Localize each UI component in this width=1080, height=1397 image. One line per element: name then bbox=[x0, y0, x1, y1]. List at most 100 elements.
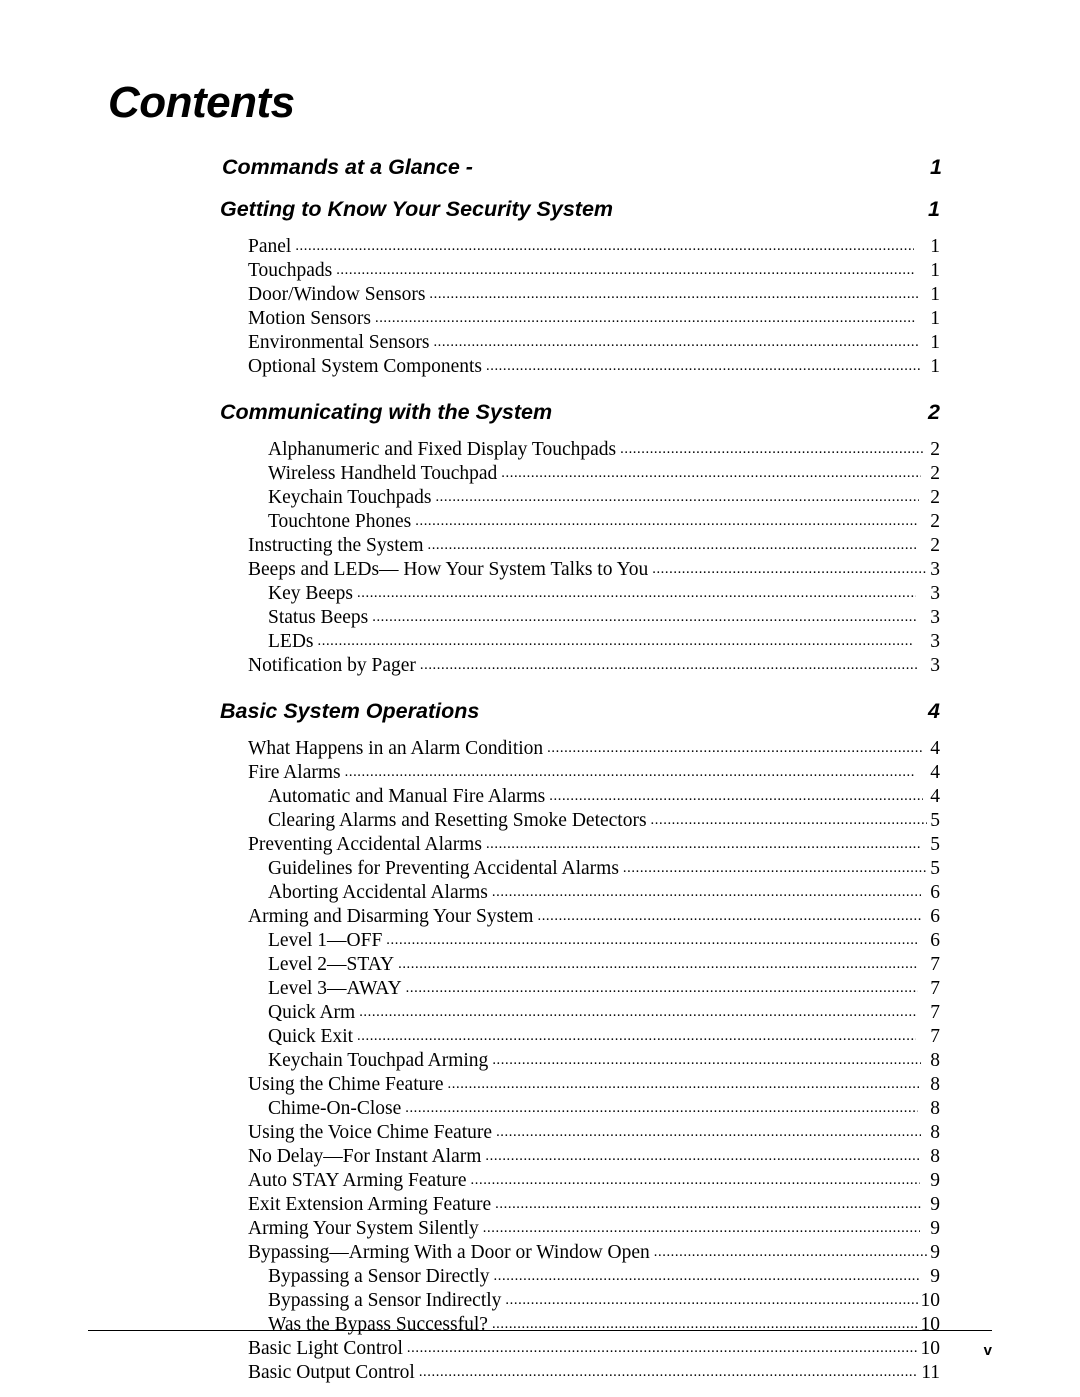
toc-section-entry[interactable]: Level 2—STAY............................… bbox=[268, 954, 940, 976]
toc-entry-label: Communicating with the System bbox=[220, 400, 553, 424]
toc-entry-page: 9 bbox=[930, 1218, 940, 1239]
toc-section-entry[interactable]: Using the Chime Feature.................… bbox=[248, 1074, 940, 1096]
toc-entry-page: 1 bbox=[930, 356, 940, 377]
toc-section-entry[interactable]: Aborting Accidental Alarms..............… bbox=[268, 882, 940, 904]
toc-chapter-entry[interactable]: Getting to Know Your Security System....… bbox=[220, 197, 940, 222]
toc-entry-label: Optional System Components bbox=[248, 356, 482, 377]
toc-dot-leader: ........................................… bbox=[505, 1292, 917, 1308]
toc-section-entry[interactable]: Keychain Touchpad Arming................… bbox=[268, 1050, 940, 1072]
toc-entry-label: Quick Arm bbox=[268, 1002, 356, 1023]
toc-section-entry[interactable]: Clearing Alarms and Resetting Smoke Dete… bbox=[268, 810, 940, 832]
toc-entry-label: Wireless Handheld Touchpad bbox=[268, 463, 498, 484]
toc-entry-label: Getting to Know Your Security System bbox=[220, 197, 614, 221]
toc-dot-leader: ........................................… bbox=[650, 812, 927, 828]
toc-section-entry[interactable]: Basic Output Control....................… bbox=[248, 1362, 940, 1384]
toc-dot-leader: ........................................… bbox=[435, 489, 918, 505]
toc-entry-label: What Happens in an Alarm Condition bbox=[248, 738, 544, 759]
toc-section-entry[interactable]: Touchpads...............................… bbox=[248, 260, 940, 282]
toc-section-entry[interactable]: Level 1—OFF.............................… bbox=[268, 930, 940, 952]
toc-section-entry[interactable]: Instructing the System..................… bbox=[248, 535, 940, 557]
toc-entry-page: 9 bbox=[930, 1266, 940, 1287]
toc-section-entry[interactable]: Motion Sensors..........................… bbox=[248, 308, 940, 330]
toc-dot-leader: ........................................… bbox=[419, 657, 919, 673]
toc-entry-label: Aborting Accidental Alarms bbox=[268, 882, 488, 903]
toc-dot-leader: ........................................… bbox=[374, 310, 916, 326]
page-title: Contents bbox=[108, 78, 295, 127]
toc-dot-leader: ........................................… bbox=[492, 1052, 920, 1068]
toc-section-entry[interactable]: Basic Light Control.....................… bbox=[248, 1338, 940, 1360]
toc-spacer bbox=[220, 724, 940, 736]
toc-dot-leader: ........................................… bbox=[547, 740, 923, 756]
toc-spacer bbox=[220, 425, 940, 437]
page-number: v bbox=[983, 1342, 992, 1359]
toc-section-entry[interactable]: No Delay—For Instant Alarm..............… bbox=[248, 1146, 940, 1168]
toc-section-entry[interactable]: Chime-On-Close..........................… bbox=[268, 1098, 940, 1120]
toc-dot-leader: ........................................… bbox=[427, 537, 918, 553]
toc-section-entry[interactable]: Arming Your System Silently.............… bbox=[248, 1218, 940, 1240]
toc-chapter-entry[interactable]: Basic System Operations.................… bbox=[220, 699, 940, 724]
toc-entry-label: Key Beeps bbox=[268, 583, 354, 604]
toc-section-entry[interactable]: What Happens in an Alarm Condition......… bbox=[248, 738, 940, 760]
toc-dot-leader: ........................................… bbox=[537, 908, 922, 924]
toc-entry-page: 2 bbox=[930, 535, 940, 556]
toc-entry-label: Motion Sensors bbox=[248, 308, 371, 329]
toc-entry-label: Commands at a Glance - bbox=[222, 155, 473, 179]
toc-section-entry[interactable]: Bypassing a Sensor Indirectly...........… bbox=[268, 1290, 940, 1312]
toc-section-entry[interactable]: Fire Alarms.............................… bbox=[248, 762, 940, 784]
toc-entry-label: Fire Alarms bbox=[248, 762, 341, 783]
toc-section-entry[interactable]: Bypassing a Sensor Directly.............… bbox=[268, 1266, 940, 1288]
toc-section-entry[interactable]: Guidelines for Preventing Accidental Ala… bbox=[268, 858, 940, 880]
toc-spacer bbox=[220, 378, 940, 400]
toc-section-entry[interactable]: Exit Extension Arming Feature...........… bbox=[248, 1194, 940, 1216]
toc-dot-leader: ........................................… bbox=[415, 513, 918, 529]
toc-section-entry[interactable]: Touchtone Phones........................… bbox=[268, 511, 940, 533]
toc-entry-label: Touchtone Phones bbox=[268, 511, 412, 532]
toc-section-entry[interactable]: Quick Exit..............................… bbox=[268, 1026, 940, 1048]
toc-section-entry[interactable]: Beeps and LEDs— How Your System Talks to… bbox=[248, 559, 940, 581]
toc-entry-label: Automatic and Manual Fire Alarms bbox=[268, 786, 546, 807]
toc-section-entry[interactable]: Level 3—AWAY............................… bbox=[268, 978, 940, 1000]
toc-section-entry[interactable]: Door/Window Sensors.....................… bbox=[248, 284, 940, 306]
toc-entry-label: Arming Your System Silently bbox=[248, 1218, 479, 1239]
toc-entry-label: Bypassing a Sensor Directly bbox=[268, 1266, 490, 1287]
toc-entry-label: Exit Extension Arming Feature bbox=[248, 1194, 492, 1215]
toc-section-entry[interactable]: Was the Bypass Successful?..............… bbox=[268, 1314, 940, 1336]
toc-entry-page: 3 bbox=[930, 655, 940, 676]
toc-section-entry[interactable]: Environmental Sensors...................… bbox=[248, 332, 940, 354]
toc-section-entry[interactable]: Preventing Accidental Alarms............… bbox=[248, 834, 940, 856]
toc-section-entry[interactable]: Quick Arm...............................… bbox=[268, 1002, 940, 1024]
toc-entry-page: 3 bbox=[930, 559, 940, 580]
toc-dot-leader: ........................................… bbox=[386, 932, 917, 948]
toc-section-entry[interactable]: Using the Voice Chime Feature...........… bbox=[248, 1122, 940, 1144]
toc-section-entry[interactable]: Key Beeps...............................… bbox=[268, 583, 940, 605]
toc-section-entry[interactable]: Status Beeps............................… bbox=[268, 607, 940, 629]
toc-dot-leader: ........................................… bbox=[485, 1148, 921, 1164]
toc-entry-page: 9 bbox=[930, 1194, 940, 1215]
table-of-contents: Commands at a Glance -..................… bbox=[220, 155, 942, 1384]
toc-entry-label: Notification by Pager bbox=[248, 655, 416, 676]
toc-section-entry[interactable]: Bypassing—Arming With a Door or Window O… bbox=[248, 1242, 940, 1264]
toc-section-entry[interactable]: Automatic and Manual Fire Alarms........… bbox=[268, 786, 940, 808]
toc-entry-label: Basic Output Control bbox=[248, 1362, 415, 1383]
toc-entry-label: Level 1—OFF bbox=[268, 930, 383, 951]
toc-section-entry[interactable]: Arming and Disarming Your System........… bbox=[248, 906, 940, 928]
toc-section-entry[interactable]: Alphanumeric and Fixed Display Touchpads… bbox=[268, 439, 940, 461]
toc-entry-label: Beeps and LEDs— How Your System Talks to… bbox=[248, 559, 649, 580]
toc-entry-page: 7 bbox=[930, 954, 940, 975]
toc-section-entry[interactable]: Notification by Pager...................… bbox=[248, 655, 940, 677]
toc-chapter-entry[interactable]: Commands at a Glance -..................… bbox=[222, 155, 942, 180]
toc-section-entry[interactable]: Wireless Handheld Touchpad..............… bbox=[268, 463, 940, 485]
toc-section-entry[interactable]: Keychain Touchpads......................… bbox=[268, 487, 940, 509]
toc-dot-leader: ........................................… bbox=[620, 441, 925, 457]
toc-section-entry[interactable]: Panel...................................… bbox=[248, 236, 940, 258]
toc-entry-page: 7 bbox=[930, 978, 940, 999]
toc-entry-page: 10 bbox=[920, 1290, 941, 1311]
toc-section-entry[interactable]: Optional System Components..............… bbox=[248, 356, 940, 378]
toc-dot-leader: ........................................… bbox=[486, 358, 921, 374]
toc-section-entry[interactable]: LEDs....................................… bbox=[268, 631, 940, 653]
toc-dot-leader: ........................................… bbox=[495, 1196, 921, 1212]
toc-section-entry[interactable]: Auto STAY Arming Feature................… bbox=[248, 1170, 940, 1192]
toc-dot-leader: ........................................… bbox=[405, 980, 918, 996]
toc-dot-leader: ........................................… bbox=[482, 1220, 921, 1236]
toc-chapter-entry[interactable]: Communicating with the System...........… bbox=[220, 400, 940, 425]
